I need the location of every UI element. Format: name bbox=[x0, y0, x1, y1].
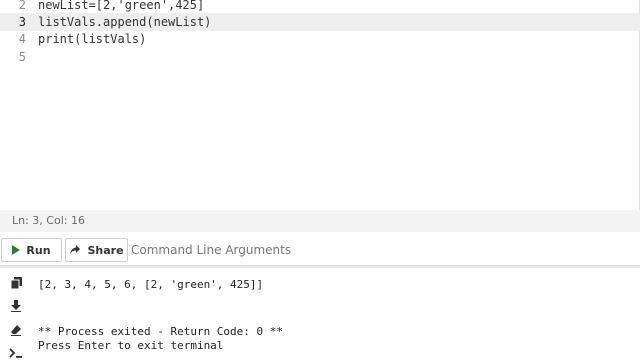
line-number: 5 bbox=[18, 50, 26, 64]
share-button[interactable]: Share bbox=[65, 238, 128, 262]
share-icon bbox=[70, 245, 81, 254]
code-text[interactable]: listVals.append(newList) bbox=[38, 13, 211, 31]
command-line-arguments-input[interactable] bbox=[131, 238, 636, 262]
run-button[interactable]: Run bbox=[1, 238, 62, 262]
terminal-icon[interactable] bbox=[9, 347, 23, 360]
play-icon bbox=[12, 245, 21, 255]
code-text[interactable]: newList=[2,'green',425] bbox=[38, 0, 204, 14]
code-text[interactable]: print(listVals) bbox=[38, 30, 146, 48]
copy-icon[interactable] bbox=[9, 276, 23, 290]
terminal-toolbar bbox=[0, 268, 32, 360]
terminal-panel[interactable]: [2, 3, 4, 5, 6, [2, 'green', 425]] ** Pr… bbox=[0, 268, 640, 360]
code-line-active[interactable]: 3 listVals.append(newList) bbox=[0, 13, 640, 31]
editor-statusbar: Ln: 3, Col: 16 bbox=[0, 210, 640, 232]
eraser-icon[interactable] bbox=[9, 323, 23, 337]
line-number: 2 bbox=[18, 0, 26, 12]
line-number: 3 bbox=[18, 15, 26, 29]
terminal-line: [2, 3, 4, 5, 6, [2, 'green', 425]] bbox=[38, 278, 264, 291]
run-toolbar: Run Share bbox=[0, 232, 640, 266]
line-number: 4 bbox=[18, 32, 26, 46]
code-line[interactable]: 4 print(listVals) bbox=[0, 30, 640, 48]
share-label: Share bbox=[87, 243, 124, 257]
terminal-line: Press Enter to exit terminal bbox=[38, 339, 224, 352]
code-editor[interactable]: 2 newList=[2,'green',425] 3 listVals.app… bbox=[0, 0, 640, 210]
cursor-position: Ln: 3, Col: 16 bbox=[12, 214, 85, 227]
terminal-output: [2, 3, 4, 5, 6, [2, 'green', 425]] ** Pr… bbox=[38, 278, 633, 353]
terminal-line: ** Process exited - Return Code: 0 ** bbox=[38, 325, 284, 338]
download-icon[interactable] bbox=[9, 300, 23, 314]
run-label: Run bbox=[26, 243, 51, 257]
code-line[interactable]: 2 newList=[2,'green',425] bbox=[0, 0, 640, 14]
code-line[interactable]: 5 bbox=[0, 48, 640, 66]
